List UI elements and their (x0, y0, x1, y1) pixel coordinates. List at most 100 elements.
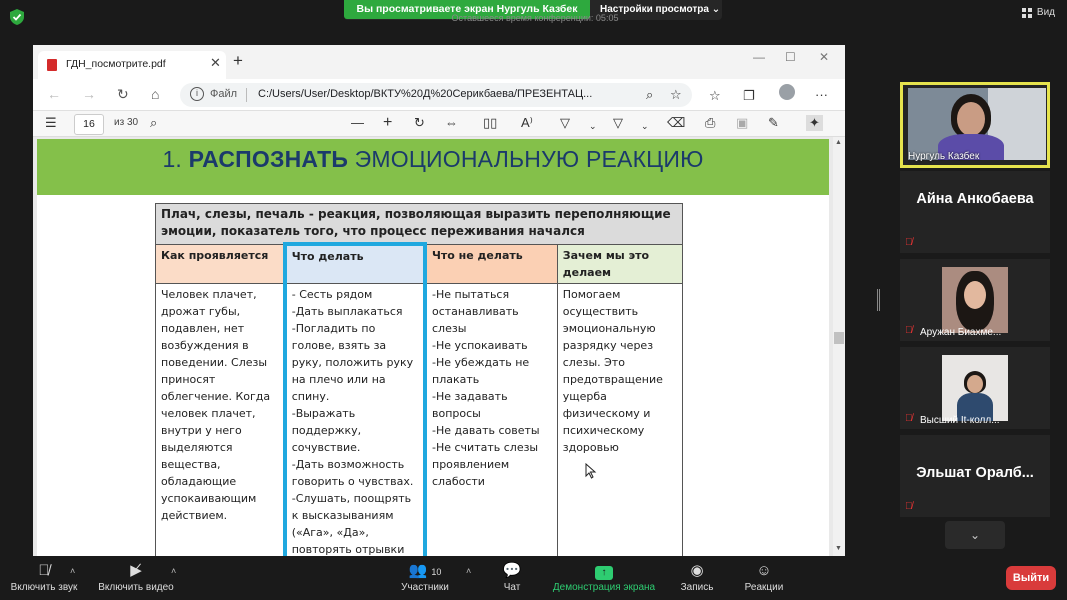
participants-icon: 👥 10 (408, 562, 442, 579)
record-button[interactable]: ◉ Запись (672, 560, 722, 594)
draw-options-chevron-icon[interactable]: ⌄ (589, 118, 597, 134)
draw-icon[interactable]: ▽ (560, 115, 570, 131)
reactions-label: Реакции (744, 582, 784, 593)
mic-muted-icon: 🎙̸ (905, 501, 913, 512)
zoom-in-icon[interactable]: + (383, 115, 392, 131)
cell-text: - Сесть рядом -Дать выплакаться -Поглади… (291, 287, 414, 556)
home-icon[interactable]: ⌂ (151, 86, 159, 102)
pdf-scrollbar[interactable]: ▲ ▼ (833, 137, 845, 556)
shared-screen-browser: ГДН_посмотрите.pdf ✕ + — ☐ ✕ ← → ↻ ⌂ i Ф… (33, 45, 845, 556)
scrollbar-thumb[interactable] (834, 332, 844, 344)
zoom-icon[interactable]: ⌕ (646, 87, 653, 103)
bookmark-star-icon[interactable]: ☆ (670, 87, 682, 103)
browser-tab-bar: ГДН_посмотрите.pdf ✕ + — ☐ ✕ (33, 45, 845, 79)
window-close-icon[interactable]: ✕ (819, 50, 829, 64)
start-video-label: Включить видео (98, 582, 174, 593)
zoom-out-icon[interactable]: — (351, 115, 364, 131)
scroll-up-icon[interactable]: ▲ (835, 139, 842, 146)
leave-button[interactable]: Выйти (1006, 566, 1056, 590)
table-cell: -Не пытаться останавливать слезы -Не усп… (424, 282, 558, 556)
view-button[interactable]: Вид (1021, 7, 1055, 18)
favorites-icon[interactable]: ☆ (709, 88, 721, 104)
participants-button[interactable]: 👥 10 Участники (395, 560, 455, 594)
url-field[interactable]: i Файл C:/Users/User/Desktop/ВКТУ%20Д%20… (180, 83, 692, 107)
column-header: Что делать (282, 242, 428, 284)
zoom-meeting-window: Вы просматриваете экран Нургуль Казбек Н… (0, 0, 1067, 600)
video-options-chevron-icon[interactable]: ˄ (171, 566, 176, 576)
address-separator (246, 88, 247, 102)
file-label: Файл (210, 88, 238, 100)
table-header-row: Плач, слезы, печаль - реакция, позволяющ… (155, 203, 683, 245)
minimize-icon[interactable]: — (753, 50, 765, 64)
contents-icon[interactable]: ☰ (45, 115, 57, 131)
record-label: Запись (680, 582, 714, 593)
scroll-down-icon[interactable]: ▼ (835, 545, 842, 552)
cell-text: Человек плачет, дрожат губы, подавлен, н… (161, 287, 271, 522)
read-aloud-icon[interactable]: A⁾ (521, 115, 533, 131)
slide-title-rest: ЭМОЦИОНАЛЬНУЮ РЕАКЦИЮ (348, 146, 704, 172)
participants-label: Участники (401, 582, 449, 593)
column-header: Зачем мы это делаем (556, 243, 684, 284)
participant-name: Айна Анкобаева (916, 191, 1034, 207)
eraser-icon[interactable]: ⌫ (667, 115, 685, 131)
profile-avatar[interactable] (779, 84, 795, 100)
share-screen-button[interactable]: ↑ Демонстрация экрана (548, 560, 660, 594)
participant-tile[interactable]: Нургуль Казбек (900, 82, 1050, 168)
page-number-input[interactable]: 16 (74, 114, 104, 135)
video-face (957, 102, 985, 136)
collections-icon[interactable]: ❐ (743, 88, 755, 104)
forward-icon[interactable]: → (82, 86, 96, 102)
participant-photo (942, 355, 1008, 421)
slide-header-bar: 1. РАСПОЗНАТЬ ЭМОЦИОНАЛЬНУЮ РЕАКЦИЮ (37, 139, 829, 195)
print-icon[interactable]: ⎙ (705, 115, 715, 131)
start-video-button[interactable]: ▶̸ Включить видео (95, 560, 177, 594)
pdf-icon (47, 59, 57, 71)
close-icon[interactable]: ✕ (210, 55, 221, 71)
participant-name: Эльшат Оралб... (916, 465, 1034, 481)
cell-text: -Не пытаться останавливать слезы -Не усп… (432, 287, 540, 488)
participant-video (908, 88, 1046, 160)
participant-name: Высший It-колл... (920, 415, 1000, 426)
participant-tile[interactable]: Эльшат Оралб... 🎙̸ (900, 435, 1050, 517)
video-off-icon: ▶̸ (130, 562, 142, 579)
emotion-table: Плач, слезы, печаль - реакция, позволяющ… (154, 203, 684, 556)
participant-tile[interactable]: Айна Анкобаева 🎙̸ (900, 171, 1050, 253)
new-tab-icon[interactable]: + (233, 52, 243, 70)
participant-photo (942, 267, 1008, 333)
rotate-icon[interactable]: ↻ (414, 115, 425, 131)
info-icon[interactable]: i (190, 87, 204, 101)
reload-icon[interactable]: ↻ (117, 86, 129, 102)
more-icon[interactable]: ··· (815, 87, 828, 103)
highlight-options-chevron-icon[interactable]: ⌄ (641, 118, 649, 134)
participants-options-chevron-icon[interactable]: ˄ (466, 566, 471, 576)
column-header: Как проявляется (154, 243, 286, 284)
page-total: из 30 (114, 117, 139, 128)
back-icon[interactable]: ← (47, 86, 61, 102)
browser-tab[interactable]: ГДН_посмотрите.pdf ✕ (38, 51, 226, 79)
audio-options-chevron-icon[interactable]: ˄ (70, 566, 75, 576)
highlight-icon[interactable]: ▽ (613, 115, 623, 131)
pdf-toolbar: ☰ 16 из 30 ⌕ — + ↻ ⇔ ▯▯ A⁾ ▽ ⌄ ▽ ⌄ ⌫ ⎙ ▣… (33, 111, 845, 137)
table-cell: Человек плачет, дрожат губы, подавлен, н… (154, 282, 286, 556)
participants-count: 10 (431, 567, 442, 577)
column-header: Что не делать (424, 243, 558, 284)
pin-icon[interactable]: ✦ (806, 115, 823, 131)
share-screen-label: Демонстрация экрана (552, 582, 656, 593)
save-as-icon[interactable]: ✎ (768, 115, 779, 131)
pdf-page: 1. РАСПОЗНАТЬ ЭМОЦИОНАЛЬНУЮ РЕАКЦИЮ Плач… (37, 139, 829, 556)
participant-name: Нургуль Казбек (908, 151, 980, 162)
reactions-button[interactable]: ☺ Реакции (736, 560, 792, 594)
shield-icon[interactable] (8, 8, 26, 26)
participant-tile[interactable]: 🎙̸ Аружан Биахме... (900, 259, 1050, 341)
chat-icon: 💬 (502, 562, 522, 579)
maximize-icon[interactable]: ☐ (785, 50, 796, 64)
fit-page-icon[interactable]: ⇔ (445, 115, 458, 131)
panel-resize-handle[interactable] (877, 289, 880, 311)
participants-scroll-down-button[interactable]: ⌄ (945, 521, 1005, 549)
participant-tile[interactable]: 🎙̸ Высший It-колл... (900, 347, 1050, 429)
search-icon[interactable]: ⌕ (150, 115, 157, 131)
page-view-icon[interactable]: ▯▯ (483, 115, 497, 131)
save-icon[interactable]: ▣ (736, 115, 748, 131)
chat-button[interactable]: 💬 Чат (492, 560, 532, 594)
table-cell: Помогаем осуществить эмоциональную разря… (556, 282, 684, 556)
